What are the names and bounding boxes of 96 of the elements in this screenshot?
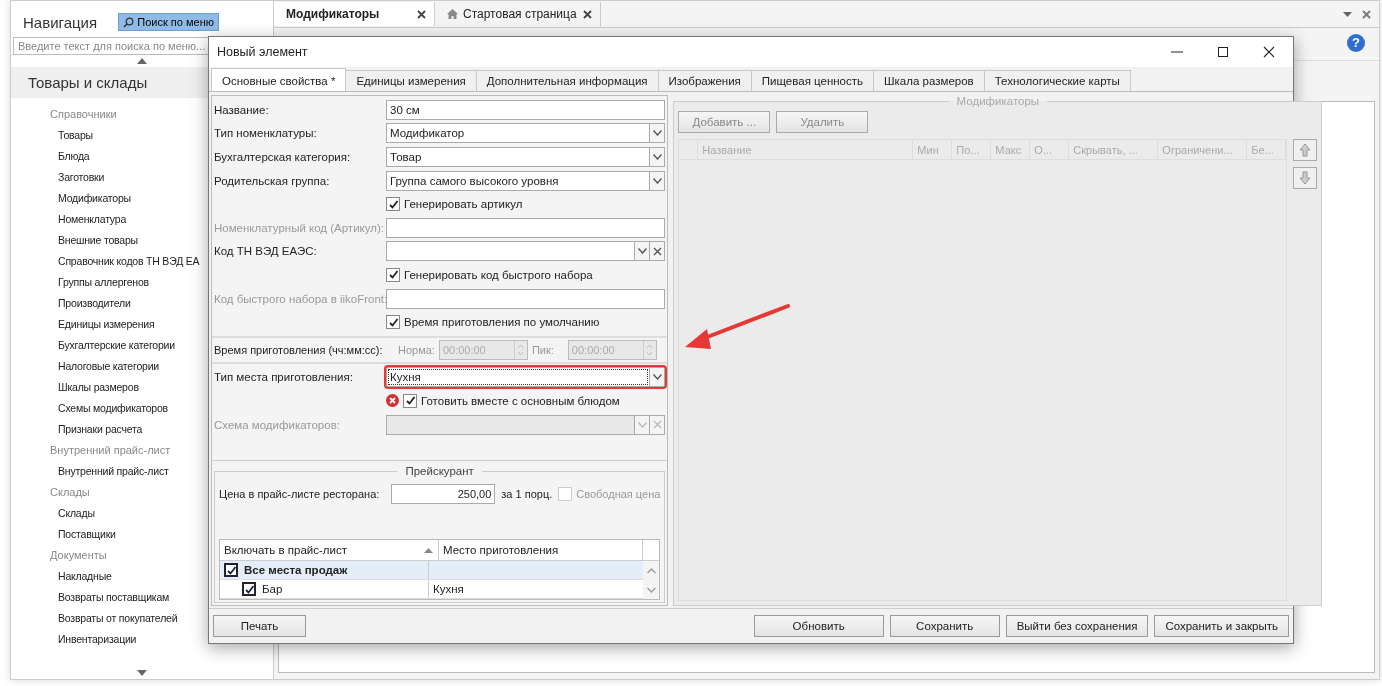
footer-button[interactable]: Выйти без сохранения	[1005, 615, 1149, 637]
checkbox[interactable]	[403, 393, 417, 408]
close-icon[interactable]	[583, 9, 592, 19]
print-button[interactable]: Печать	[213, 615, 306, 637]
menu-group-label: Справочники	[50, 108, 117, 120]
menu-item[interactable]: Шкалы размеров	[58, 381, 139, 393]
column-header[interactable]: Включать в прайс-лист	[220, 540, 439, 560]
field-label: Родительская группа:	[214, 174, 331, 187]
chevron-down-icon[interactable]	[637, 248, 647, 255]
field-label: Пик:	[531, 343, 554, 356]
menu-item[interactable]: Внешние товары	[58, 234, 138, 246]
menu-item[interactable]: Схемы модификаторов	[58, 402, 168, 414]
arrow-up-icon	[1299, 143, 1312, 157]
help-icon[interactable]: ?	[1347, 34, 1365, 52]
menu-item[interactable]: Внутренний прайс-лист	[58, 465, 169, 477]
field-label: Время приготовления (чч:мм:сс):	[214, 343, 384, 356]
menu-item[interactable]: Налоговые категории	[58, 360, 159, 372]
dialog-tab[interactable]: Основные свойства *	[211, 68, 347, 91]
group-title: Модификаторы	[955, 95, 1041, 107]
price-field[interactable]: 250,00	[391, 484, 496, 505]
field-label: Норма:	[398, 343, 435, 356]
table-cell: Бар	[262, 583, 283, 595]
menu-item[interactable]: Производители	[58, 297, 131, 309]
chevron-down-icon[interactable]	[652, 177, 662, 184]
checkbox-label: Генерировать артикул	[404, 198, 523, 211]
field-label: Название:	[214, 103, 270, 116]
table-cell: Все места продаж	[244, 564, 348, 576]
checkbox[interactable]	[242, 582, 256, 596]
sort-icon	[424, 547, 433, 553]
menu-item[interactable]: Блюда	[58, 150, 90, 162]
menu-item[interactable]: Группы аллергенов	[58, 276, 149, 288]
field-label: Тип номенклатуры:	[214, 127, 318, 140]
footer-button[interactable]: Обновить	[753, 615, 884, 637]
scroll-up-icon[interactable]	[137, 58, 147, 64]
footer-button[interactable]: Сохранить	[889, 615, 1000, 637]
checkbox-label: Свободная цена	[576, 488, 661, 501]
column-header[interactable]: Место приготовления	[439, 540, 644, 560]
field-label: Тип места приготовления:	[214, 371, 354, 384]
checkbox[interactable]	[386, 315, 400, 330]
maximize-icon[interactable]	[1217, 46, 1229, 58]
combo-field[interactable]	[386, 241, 666, 262]
field-label: Код ТН ВЭД ЕАЭС:	[214, 245, 318, 258]
dropdown-field[interactable]: Кухня	[386, 367, 666, 388]
arrow-down-icon	[1299, 171, 1312, 185]
checkbox-label: Готовить вместе с основным блюдом	[421, 394, 620, 407]
close-icon[interactable]	[1263, 46, 1275, 58]
menu-item[interactable]: Поставщики	[58, 528, 116, 540]
dropdown-field[interactable]: Модификатор	[386, 123, 666, 144]
menu-search-button[interactable]: Поиск по меню	[118, 13, 219, 31]
clear-icon[interactable]	[652, 246, 662, 256]
menu-item[interactable]: Единицы измерения	[58, 318, 155, 330]
checkbox-label: Время приготовления по умолчанию	[404, 316, 600, 329]
unit-label: за 1 порц.	[501, 488, 553, 501]
document-tab[interactable]: Стартовая страница	[435, 2, 601, 26]
chevron-down-icon[interactable]	[652, 130, 662, 137]
menu-item[interactable]: Возвраты поставщикам	[58, 591, 170, 603]
menu-group-label: Внутренний прайс-лист	[50, 444, 171, 456]
menu-item[interactable]: Возвраты от покупателей	[58, 612, 178, 624]
chevron-down-icon[interactable]	[652, 154, 662, 160]
menu-item[interactable]: Признаки расчета	[58, 423, 143, 435]
text-field[interactable]: 30 см	[386, 99, 666, 120]
menu-item[interactable]: Модификаторы	[58, 192, 131, 204]
close-icon[interactable]	[417, 9, 426, 19]
checkbox[interactable]	[224, 563, 238, 577]
dropdown-icon[interactable]	[1343, 11, 1352, 17]
menu-item[interactable]: Инвентаризации	[58, 633, 137, 645]
field-label: Бухгалтерская категория:	[214, 151, 352, 163]
text-field[interactable]	[386, 288, 666, 309]
menu-item[interactable]: Бухгалтерские категории	[58, 339, 175, 351]
chevron-down-icon[interactable]	[652, 374, 662, 381]
menu-group-label: Склады	[50, 486, 90, 498]
dropdown-field[interactable]: Группа самого высокого уровня	[386, 170, 666, 191]
checkbox[interactable]	[386, 267, 400, 282]
group-title: Прейскурант	[404, 465, 475, 478]
checkbox[interactable]	[386, 197, 400, 212]
footer-button[interactable]: Сохранить и закрыть	[1154, 615, 1289, 637]
menu-item[interactable]: Справочник кодов ТН ВЭД ЕА	[58, 255, 200, 267]
menu-item[interactable]: Склады	[58, 507, 95, 519]
panel-title: Навигация	[23, 13, 98, 31]
menu-item[interactable]: Номенклатура	[58, 213, 127, 225]
search-icon	[123, 16, 135, 28]
field-label: Код быстрого набора в iikoFront:	[214, 292, 386, 305]
dropdown-field[interactable]: Товар	[386, 147, 666, 167]
scroll-down-icon[interactable]	[137, 670, 147, 676]
field-label: Схема модификаторов:	[214, 418, 341, 431]
menu-item[interactable]: Накладные	[58, 570, 112, 582]
dialog-tab[interactable]: Технологические карты	[983, 70, 1131, 91]
menu-group-label: Документы	[50, 549, 107, 561]
checkbox-label: Генерировать код быстрого набора	[404, 268, 593, 281]
text-field[interactable]	[386, 217, 666, 238]
menu-item[interactable]: Заготовки	[58, 171, 105, 183]
field-label: Цена в прайс-листе ресторана:	[219, 488, 380, 501]
document-tab[interactable]: Модификаторы	[274, 2, 435, 26]
table-cell: Кухня	[433, 583, 464, 595]
menu-item[interactable]: Товары	[58, 129, 93, 141]
field-label: Номенклатурный код (Артикул):	[214, 221, 385, 234]
